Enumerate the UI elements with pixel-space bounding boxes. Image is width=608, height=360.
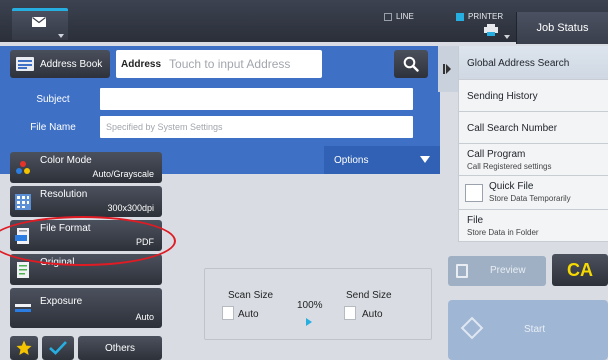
side-menu-collapse-tab[interactable]	[438, 46, 458, 92]
printer-icon[interactable]	[484, 24, 498, 36]
mode-tab-email[interactable]	[12, 8, 68, 40]
original-document-icon	[17, 262, 29, 278]
address-field-label: Address	[121, 58, 162, 70]
checkmark-icon	[49, 341, 67, 355]
preview-icon	[456, 264, 468, 278]
address-book-button[interactable]: Address Book	[10, 50, 110, 78]
line-status-icon	[384, 13, 392, 21]
arrow-right-icon	[306, 318, 312, 326]
menu-item-title: Global Address Search	[467, 58, 570, 69]
search-button[interactable]	[394, 50, 428, 78]
scan-size-value: Auto	[238, 309, 259, 320]
address-book-label: Address Book	[40, 58, 103, 70]
setting-value: 300x300dpi	[107, 203, 154, 213]
preview-label: Preview	[490, 265, 526, 276]
search-icon	[403, 56, 419, 72]
scan-size-label: Scan Size	[228, 290, 274, 301]
color-mode-icon	[16, 161, 30, 174]
start-diamond-icon	[460, 316, 484, 340]
options-toggle[interactable]: Options	[324, 146, 440, 174]
start-button[interactable]: Start	[448, 300, 608, 360]
job-status-button[interactable]: Job Status	[516, 12, 608, 44]
send-size-label: Send Size	[346, 290, 392, 301]
menu-item-subtitle: Store Data in Folder	[467, 228, 539, 237]
setting-value: PDF	[136, 237, 154, 247]
setting-value: Auto	[135, 312, 154, 322]
collapse-icon	[443, 64, 445, 74]
menu-item-title: Call Search Number	[467, 123, 558, 134]
subject-input[interactable]	[100, 88, 413, 110]
preview-button[interactable]: Preview	[448, 256, 546, 286]
indicator-line: LINE	[384, 12, 414, 24]
menu-item-title: File	[467, 215, 484, 226]
setting-value: Auto/Grayscale	[92, 169, 154, 179]
menu-quick-file[interactable]: Quick File Store Data Temporarily	[459, 176, 608, 210]
menu-item-subtitle: Store Data Temporarily	[489, 194, 571, 203]
confirm-button[interactable]	[42, 336, 74, 360]
file-name-input[interactable]: Specified by System Settings	[100, 116, 413, 138]
setting-name: Exposure	[40, 296, 83, 307]
menu-item-subtitle: Call Registered settings	[467, 162, 552, 171]
options-label: Options	[334, 154, 369, 166]
chevron-down-icon	[420, 156, 430, 163]
page-icon	[344, 306, 356, 320]
printer-status-icon	[456, 13, 464, 21]
menu-item-title: Call Program	[467, 149, 526, 160]
indicator-label: LINE	[396, 12, 414, 21]
original-button[interactable]: Original	[10, 254, 162, 285]
menu-item-title: Sending History	[467, 91, 538, 102]
resolution-icon	[15, 194, 31, 210]
setting-name: Color Mode	[40, 155, 92, 166]
resolution-button[interactable]: Resolution 300x300dpi	[10, 186, 162, 217]
chevron-down-icon	[504, 35, 510, 39]
setting-name: Original	[40, 257, 75, 268]
envelope-icon	[32, 17, 46, 27]
file-name-label: File Name	[30, 121, 76, 133]
favorites-button[interactable]	[10, 336, 38, 360]
start-label: Start	[524, 324, 546, 335]
others-button[interactable]: Others	[78, 336, 162, 360]
clear-all-button[interactable]: CA	[552, 254, 608, 286]
side-menu: Global Address Search Sending History Ca…	[458, 46, 608, 242]
menu-item-title: Quick File	[489, 181, 534, 192]
menu-global-address-search[interactable]: Global Address Search	[459, 46, 608, 80]
menu-call-program[interactable]: Call Program Call Registered settings	[459, 144, 608, 176]
menu-sending-history[interactable]: Sending History	[459, 80, 608, 112]
quick-file-checkbox[interactable]	[465, 184, 483, 202]
address-placeholder: Touch to input Address	[169, 57, 291, 71]
setting-name: File Format	[40, 223, 91, 234]
page-icon	[222, 306, 234, 320]
address-input[interactable]: Address Touch to input Address	[116, 50, 322, 78]
file-format-icon	[15, 228, 29, 244]
arrow-right-icon	[446, 64, 451, 74]
address-book-icon	[16, 57, 34, 71]
send-size-value: Auto	[362, 309, 383, 320]
menu-call-search-number[interactable]: Call Search Number	[459, 112, 608, 144]
color-mode-button[interactable]: Color Mode Auto/Grayscale	[10, 152, 162, 183]
zoom-ratio: 100%	[297, 300, 323, 311]
star-icon	[16, 340, 32, 355]
file-format-button[interactable]: File Format PDF	[10, 220, 162, 251]
exposure-icon	[15, 304, 31, 312]
indicator-label: PRINTER	[468, 12, 504, 21]
subject-label: Subject	[36, 93, 70, 105]
setting-name: Resolution	[40, 189, 88, 200]
menu-file[interactable]: File Store Data in Folder	[459, 210, 608, 242]
indicator-printer: PRINTER	[456, 12, 503, 24]
exposure-button[interactable]: Exposure Auto	[10, 288, 162, 328]
chevron-down-icon	[58, 34, 64, 38]
